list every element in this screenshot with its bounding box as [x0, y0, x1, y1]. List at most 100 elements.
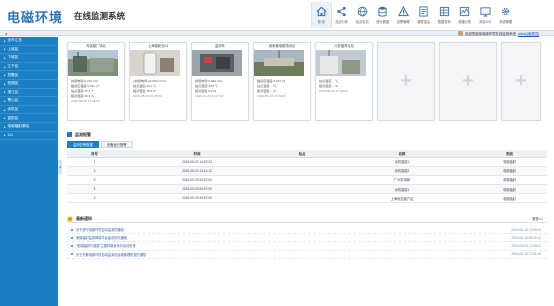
notice-date: 2016-06-16 08:20:12: [511, 235, 541, 240]
table-cell: 2016-05-20 09:57:00: [122, 175, 272, 186]
nav-label: 站点实况: [355, 20, 369, 24]
bullet-icon: [71, 253, 73, 256]
app-header: 电磁环境 在线监测系统 首 页 站点分布 站点实况 统计数据 告警管理 报表信息: [0, 0, 554, 30]
table-cell: [272, 193, 332, 204]
table-cell: 电磁辐射: [472, 193, 547, 204]
sidebar-item[interactable]: ▸ 111: [0, 132, 58, 141]
station-name: 上海镇新仓23: [147, 44, 169, 48]
sidebar-item[interactable]: ▸ 余杭区: [0, 106, 58, 115]
nav-label: 系统管理: [499, 20, 513, 24]
add-station-card[interactable]: +: [377, 42, 435, 121]
notice-header: 最新通知 更多>>: [67, 215, 547, 223]
station-card[interactable]: 青溪路广场北 射频电场:0.743 V/m 磁感应强度:0.211 μT 站点温…: [67, 42, 125, 121]
notice-date: 2016-06-18 17:09:06: [511, 227, 541, 232]
nav-home[interactable]: 首 页: [311, 2, 332, 28]
chevron-right-icon: ▸: [4, 47, 6, 52]
table-cell: [272, 166, 332, 176]
sidebar-item[interactable]: ▸ 西湖区: [0, 80, 58, 89]
sidebar-item[interactable]: ▸ 电磁辐射源站: [0, 123, 58, 132]
sidebar-item[interactable]: ▸ 江干区: [0, 63, 58, 72]
alarm-panel-title: 监测报警: [75, 131, 91, 137]
station-card[interactable]: 六安福湾北站 站点温度:-- ℃ 相对湿度:-- % 2016-05-20 17…: [315, 42, 373, 121]
home-icon: [316, 6, 327, 17]
nav-system[interactable]: 系统管理: [496, 2, 517, 28]
station-photo: [254, 50, 304, 76]
nav-gis[interactable]: 综合GIS: [475, 2, 496, 28]
sidebar-toggle[interactable]: ◂: [58, 160, 62, 174]
notice-text[interactable]: "电磁辐射与健康"主题科普宣传月活动安排: [76, 243, 136, 248]
add-station-card[interactable]: +: [501, 42, 541, 121]
table-cell: [272, 175, 332, 186]
table-cell: 5: [67, 193, 122, 204]
tab-monitor-alarm[interactable]: 监测告警数据: [67, 141, 99, 148]
station-name: 青溪路广场北: [86, 44, 106, 48]
notice-item[interactable]: 关于进行电磁环境自动监测的通知 2016-06-18 17:09:06: [67, 226, 547, 235]
panel-icon: [67, 132, 72, 137]
station-photo: [68, 50, 118, 76]
nav-spectrum[interactable]: 频谱分析: [455, 2, 476, 28]
app-subtitle: 在线监测系统: [74, 11, 126, 21]
tab-device-alarm[interactable]: 设备运行报警: [100, 141, 133, 148]
station-card[interactable]: 上海镇新仓23 μ射频电场:24.000 mV/m 站点温度:33.1 ℃ 相对…: [129, 42, 187, 121]
more-link[interactable]: 更多>>: [532, 216, 543, 221]
table-cell: 2016-05-20 09:57:00: [122, 193, 272, 204]
bullet-icon: [71, 244, 73, 247]
table-cell: 上海电信客户站: [332, 193, 472, 204]
sidebar-item-label: 电磁辐射源站: [7, 124, 30, 129]
sidebar-item[interactable]: ▸ 下城区: [0, 54, 58, 63]
sidebar-item[interactable]: ▸ 萧山区: [0, 97, 58, 106]
notice-item[interactable]: 电磁辐射监测网络平台建设情况通报 2016-06-16 08:20:12: [67, 234, 547, 243]
add-station-card[interactable]: +: [439, 42, 497, 121]
sidebar-item[interactable]: ▸ 上城区: [0, 46, 58, 55]
report-icon: [419, 6, 428, 17]
nav-label: 告警管理: [396, 20, 410, 24]
sidebar-item-label: 富阳区: [7, 115, 19, 120]
nav-site-live[interactable]: 站点实况: [352, 2, 373, 28]
sidebar-item[interactable]: ▸ 拱墅区: [0, 71, 58, 80]
sidebar-item-label: 下城区: [7, 55, 19, 60]
table-row[interactable]: 4 2016-05-20 09:57:00 余杭智能1 电磁辐射: [67, 184, 547, 195]
gis-icon: [480, 7, 491, 17]
column-header: 名称: [332, 150, 472, 158]
nav-data-query[interactable]: 数据查询: [434, 2, 455, 28]
nav-alarm[interactable]: 告警管理: [393, 2, 414, 28]
table-row[interactable]: 2 2016-05-20 13:14:12 余杭智能2 电磁辐射: [67, 166, 547, 176]
reading-timestamp: 2016-05-20 20:20:01: [133, 94, 162, 98]
table-row[interactable]: 1 2016-05-20 14:22:34 余杭智能1 电磁辐射: [67, 157, 547, 167]
station-card[interactable]: 吴家渡电磁场测点 磁感应强度:0.027 μT 站点温度:-- ℃ 相对湿度:-…: [253, 42, 311, 121]
notice-text[interactable]: 电磁辐射监测网络平台建设情况通报: [76, 235, 127, 240]
plus-icon: +: [400, 70, 412, 92]
notice-text[interactable]: 关于开展电磁环境自动监测站运维管理检查的通知: [76, 252, 146, 257]
table-cell: 3: [67, 175, 122, 186]
sidebar-item[interactable]: ▸ 富阳区: [0, 114, 58, 123]
notice-text[interactable]: 关于进行电磁环境自动监测的通知: [76, 227, 124, 232]
collapse-toggle-icon[interactable]: ◂: [5, 31, 7, 36]
nav-label: 站点分布: [335, 20, 349, 24]
sidebar-item-label: 西湖区: [7, 81, 19, 86]
username-link[interactable]: admin[管理员]: [518, 31, 539, 36]
sidebar-item[interactable]: ▸ 全市汇总: [0, 37, 58, 46]
table-cell: 余杭智能2: [332, 166, 472, 176]
table-cell: 电磁辐射: [472, 175, 547, 186]
table-cell: 余杭智能1: [332, 157, 472, 167]
column-header: 时间: [122, 150, 272, 158]
main-nav: 首 页 站点分布 站点实况 统计数据 告警管理 报表信息 数据查询 频谱分析 综…: [311, 2, 516, 28]
chevron-right-icon: ▸: [4, 90, 6, 95]
table-cell: 电磁辐射: [472, 166, 547, 176]
station-photo: [192, 50, 242, 76]
sidebar-item[interactable]: ▸ 滨江区: [0, 89, 58, 98]
notice-item[interactable]: 关于开展电磁环境自动监测站运维管理检查的通知 2016-05-16 17:41:0…: [67, 251, 547, 259]
nav-label: 统计数据: [376, 20, 390, 24]
notice-list: 关于进行电磁环境自动监测的通知 2016-06-18 17:09:06 电磁辐射监测…: [67, 226, 547, 259]
nav-statistics[interactable]: 统计数据: [373, 2, 394, 28]
station-readings: 站点温度:-- ℃ 相对湿度:-- % 2016-05-20 17:28:23: [316, 77, 372, 96]
chevron-right-icon: ▸: [4, 55, 6, 60]
alarm-table: 序号 时间 站点 名称 类别 1 2016-05-20 14:22:34 余杭智能1…: [67, 150, 547, 204]
nav-reports[interactable]: 报表信息: [414, 2, 435, 28]
table-row[interactable]: 3 2016-05-20 09:57:00 广州供电局 电磁辐射: [67, 175, 547, 186]
nav-site-distribution[interactable]: 站点分布: [332, 2, 353, 28]
notice-item[interactable]: "电磁辐射与健康"主题科普宣传月活动安排 2016-05-26 17:05:02: [67, 242, 547, 251]
table-row[interactable]: 5 2016-05-20 09:57:00 上海电信客户站 电磁辐射: [67, 193, 547, 204]
chevron-right-icon: ▸: [4, 116, 6, 121]
station-card[interactable]: 监测车 射频电场:0.064 V/m 站点温度:42.0 ℃ 相对湿度:0.0 …: [191, 42, 249, 121]
